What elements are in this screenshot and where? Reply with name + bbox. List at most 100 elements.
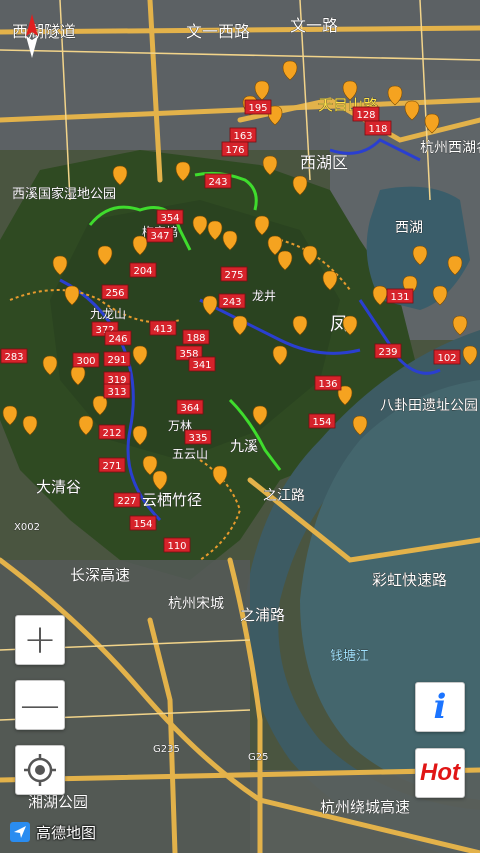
place-label: 钱塘江 — [330, 648, 369, 664]
trail-marker[interactable]: 341 — [188, 356, 216, 372]
trail-marker-label: 291 — [107, 355, 126, 366]
trail-marker-label: 176 — [225, 145, 244, 156]
trail-marker[interactable]: 102 — [433, 349, 461, 365]
trail-marker-label: 256 — [105, 288, 124, 299]
trail-marker[interactable]: 154 — [308, 413, 336, 429]
place-label: 八卦田遗址公园 — [380, 398, 478, 414]
trail-marker-label: 195 — [248, 103, 267, 114]
trail-marker[interactable]: 246 — [104, 330, 132, 346]
trail-marker[interactable]: 195 — [244, 99, 272, 115]
trail-marker-label: 275 — [224, 270, 243, 281]
trail-marker[interactable]: 227 — [113, 492, 141, 508]
road-label: 文一路 — [290, 16, 338, 35]
trail-marker[interactable]: 243 — [204, 173, 232, 189]
trail-marker-label: 300 — [76, 356, 95, 367]
trail-marker[interactable]: 283 — [0, 348, 28, 364]
trail-marker[interactable]: 176 — [221, 141, 249, 157]
place-label: 九溪 — [230, 439, 258, 455]
road-label: 之江路 — [263, 488, 305, 504]
trail-marker-label: 243 — [222, 297, 241, 308]
trail-marker[interactable]: 291 — [103, 351, 131, 367]
trail-marker[interactable]: 136 — [314, 375, 342, 391]
trail-marker[interactable]: 118 — [364, 120, 392, 136]
trail-marker-label: 283 — [4, 352, 23, 363]
trail-marker[interactable]: 335 — [184, 429, 212, 445]
trail-marker[interactable]: 364 — [176, 399, 204, 415]
trail-marker[interactable]: 271 — [98, 457, 126, 473]
map-canvas[interactable]: 西湖隧道 文一西路 文一路天目山路之江路彩虹快速路长深高速之浦路杭州绕城高速X002… — [0, 0, 480, 853]
trail-marker[interactable]: 354 — [156, 209, 184, 225]
road-label: 杭州绕城高速 — [320, 798, 410, 816]
trail-marker[interactable]: 131 — [386, 288, 414, 304]
place-label: 西湖 — [395, 220, 423, 236]
info-icon: i — [433, 687, 447, 727]
place-label: 杭州宋城 — [168, 596, 224, 612]
trail-marker[interactable]: 154 — [129, 515, 157, 531]
trail-marker[interactable]: 275 — [220, 266, 248, 282]
locate-me-button[interactable] — [15, 745, 65, 795]
place-label: 西湖区 — [300, 153, 348, 172]
place-label: 九龙山 — [90, 307, 126, 321]
trail-marker[interactable]: 163 — [229, 127, 257, 143]
trail-marker[interactable]: 110 — [163, 537, 191, 553]
trail-marker-label: 246 — [108, 334, 127, 345]
plus-icon: + — [23, 617, 57, 663]
place-label: 云栖竹径 — [142, 491, 202, 509]
trail-marker-label: 154 — [312, 417, 331, 428]
trail-marker-label: 118 — [368, 124, 387, 135]
place-label: 湘湖公园 — [28, 793, 88, 811]
trail-marker-label: 163 — [233, 131, 252, 142]
trail-marker-label: 204 — [133, 266, 152, 277]
crosshair-icon — [24, 754, 56, 786]
map-attribution: 高德地图 — [10, 821, 96, 843]
navigation-arrow-icon — [10, 822, 30, 842]
trail-marker[interactable]: 243 — [218, 293, 246, 309]
road-label: 西湖隧道 — [12, 22, 76, 41]
place-label: 龙井 — [252, 289, 276, 303]
trail-marker-label: 347 — [150, 231, 169, 242]
trail-marker-label: 128 — [356, 110, 375, 121]
trail-marker-label: 313 — [107, 387, 126, 398]
road-label: G25 — [248, 752, 268, 763]
trail-marker[interactable]: 128 — [352, 106, 380, 122]
zoom-in-button[interactable]: + — [15, 615, 65, 665]
trail-marker-label: 413 — [153, 324, 172, 335]
minus-icon: — — [20, 682, 60, 728]
trail-marker[interactable]: 300 — [72, 352, 100, 368]
trail-marker-label: 131 — [390, 292, 409, 303]
road-label: G235 — [153, 744, 180, 755]
info-button[interactable]: i — [415, 682, 465, 732]
place-label: 五云山 — [172, 447, 208, 461]
trail-marker[interactable]: 239 — [374, 343, 402, 359]
trail-marker-label: 110 — [167, 541, 186, 552]
place-label: 杭州西湖名胜区 — [420, 140, 480, 156]
trail-marker-label: 335 — [188, 433, 207, 444]
road-label: 文一西路 — [186, 22, 250, 41]
trail-marker[interactable]: 347 — [146, 227, 174, 243]
road-label: 之浦路 — [240, 606, 285, 624]
trail-marker[interactable]: 212 — [98, 424, 126, 440]
trail-marker[interactable]: 413 — [149, 320, 177, 336]
trail-marker-label: 341 — [192, 360, 211, 371]
trail-marker-label: 102 — [437, 353, 456, 364]
road-label: X002 — [14, 522, 40, 533]
trail-marker[interactable]: 256 — [101, 284, 129, 300]
trail-marker-label: 188 — [186, 333, 205, 344]
place-label: 大清谷 — [36, 478, 81, 496]
hot-label: Hot — [420, 759, 460, 786]
attribution-text: 高德地图 — [36, 823, 97, 842]
road-label: 彩虹快速路 — [372, 571, 447, 589]
trail-marker[interactable]: 188 — [182, 329, 210, 345]
trail-marker-label: 271 — [102, 461, 121, 472]
trail-marker-label: 354 — [160, 213, 179, 224]
trail-marker[interactable]: 204 — [129, 262, 157, 278]
trail-marker-label: 243 — [208, 177, 227, 188]
zoom-out-button[interactable]: — — [15, 680, 65, 730]
trail-marker-label: 227 — [117, 496, 136, 507]
trail-marker[interactable]: 313 — [103, 383, 131, 399]
trail-marker-label: 154 — [133, 519, 152, 530]
trail-marker-label: 136 — [318, 379, 337, 390]
hot-button[interactable]: Hot — [415, 748, 465, 798]
trail-marker-label: 212 — [102, 428, 121, 439]
place-label: 西溪国家湿地公园 — [12, 186, 116, 202]
